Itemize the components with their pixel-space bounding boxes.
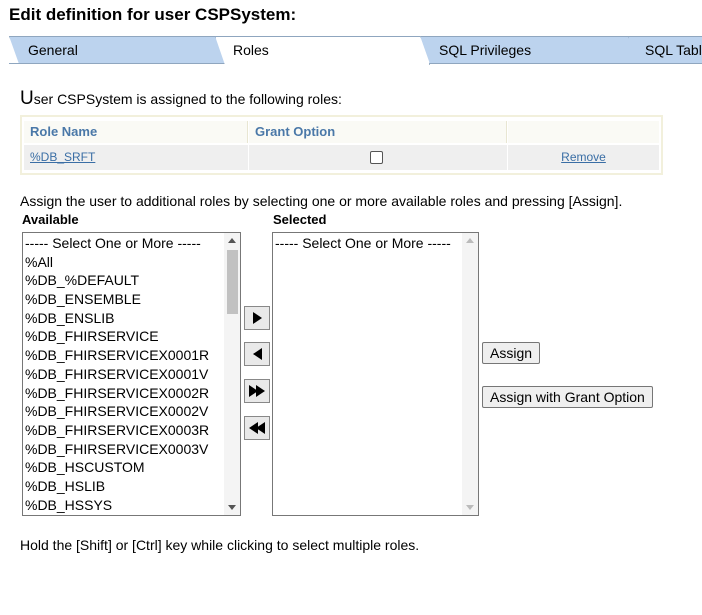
move-left-button[interactable]	[244, 342, 270, 366]
move-right-button[interactable]	[244, 306, 270, 330]
tab-sql-privileges[interactable]: SQL Privileges	[420, 36, 646, 64]
scroll-up-icon[interactable]	[228, 238, 236, 243]
scroll-thumb[interactable]	[227, 250, 238, 314]
grant-option-checkbox[interactable]	[370, 151, 383, 164]
move-all-right-button[interactable]	[244, 379, 270, 403]
tab-roles[interactable]: Roles	[215, 36, 430, 65]
list-item[interactable]: ----- Select One or More -----	[23, 234, 224, 253]
caption-first-letter: U	[20, 88, 34, 109]
assign-instruction: Assign the user to additional roles by s…	[20, 193, 623, 209]
scroll-up-icon[interactable]	[466, 238, 474, 243]
assigned-roles-caption: User CSPSystem is assigned to the follow…	[20, 88, 342, 110]
list-item[interactable]: %All	[23, 253, 224, 272]
list-item[interactable]: %DB_ENSLIB	[23, 309, 224, 328]
list-item[interactable]: %DB_FHIRSERVICEX0003V	[23, 440, 224, 459]
list-item[interactable]: %DB_FHIRSERVICEX0002R	[23, 384, 224, 403]
header-action	[508, 121, 659, 143]
move-all-left-button[interactable]	[244, 416, 270, 440]
tab-general[interactable]: General	[9, 36, 231, 64]
double-arrow-left-icon	[249, 422, 265, 434]
list-item[interactable]: %DB_FHIRSERVICEX0001R	[23, 346, 224, 365]
list-item[interactable]: %DB_FHIRSERVICE	[23, 327, 224, 346]
selected-scrollbar[interactable]	[462, 233, 478, 515]
available-roles-list[interactable]: ----- Select One or More ----- %All %DB_…	[22, 232, 241, 516]
list-item[interactable]: %DB_%DEFAULT	[23, 271, 224, 290]
assign-with-grant-option-button[interactable]: Assign with Grant Option	[482, 386, 653, 408]
list-item[interactable]: %DB_FHIRSERVICEX0001V	[23, 365, 224, 384]
assigned-roles-table: Role Name Grant Option %DB_SRFT Remove	[20, 115, 663, 175]
tab-sql-tables[interactable]: SQL Tables	[628, 36, 702, 64]
arrow-left-icon	[252, 348, 262, 360]
table-row-grant-cell	[249, 145, 507, 170]
header-grant-option: Grant Option	[249, 121, 507, 143]
role-link[interactable]: %DB_SRFT	[30, 150, 95, 164]
list-item[interactable]: %DB_HSSYS	[23, 496, 224, 515]
caption-text: ser CSPSystem is assigned to the followi…	[33, 91, 342, 107]
available-label: Available	[22, 212, 79, 227]
selected-label: Selected	[273, 212, 327, 227]
list-item[interactable]: %DB_FHIRSERVICEX0002V	[23, 402, 224, 421]
double-arrow-right-icon	[249, 385, 265, 397]
page-title: Edit definition for user CSPSystem:	[9, 5, 297, 24]
list-item[interactable]: %DB_FHIRSERVICEX0003R	[23, 421, 224, 440]
list-item[interactable]: %DB_HSCUSTOM	[23, 458, 224, 477]
scroll-down-icon[interactable]	[466, 505, 474, 510]
header-role-name: Role Name	[24, 121, 248, 143]
available-scrollbar[interactable]	[224, 233, 240, 515]
selected-roles-list[interactable]: ----- Select One or More -----	[272, 232, 479, 516]
table-row-role-cell: %DB_SRFT	[24, 145, 248, 170]
arrow-right-icon	[252, 312, 262, 324]
multi-select-hint: Hold the [Shift] or [Ctrl] key while cli…	[20, 537, 420, 553]
assign-button[interactable]: Assign	[482, 342, 541, 364]
list-item[interactable]: ----- Select One or More -----	[273, 234, 462, 253]
remove-link[interactable]: Remove	[561, 150, 606, 164]
list-item[interactable]: %DB_ENSEMBLE	[23, 290, 224, 309]
scroll-down-icon[interactable]	[228, 505, 236, 510]
list-item[interactable]: %DB_HSLIB	[23, 477, 224, 496]
table-row-action-cell: Remove	[508, 145, 659, 170]
